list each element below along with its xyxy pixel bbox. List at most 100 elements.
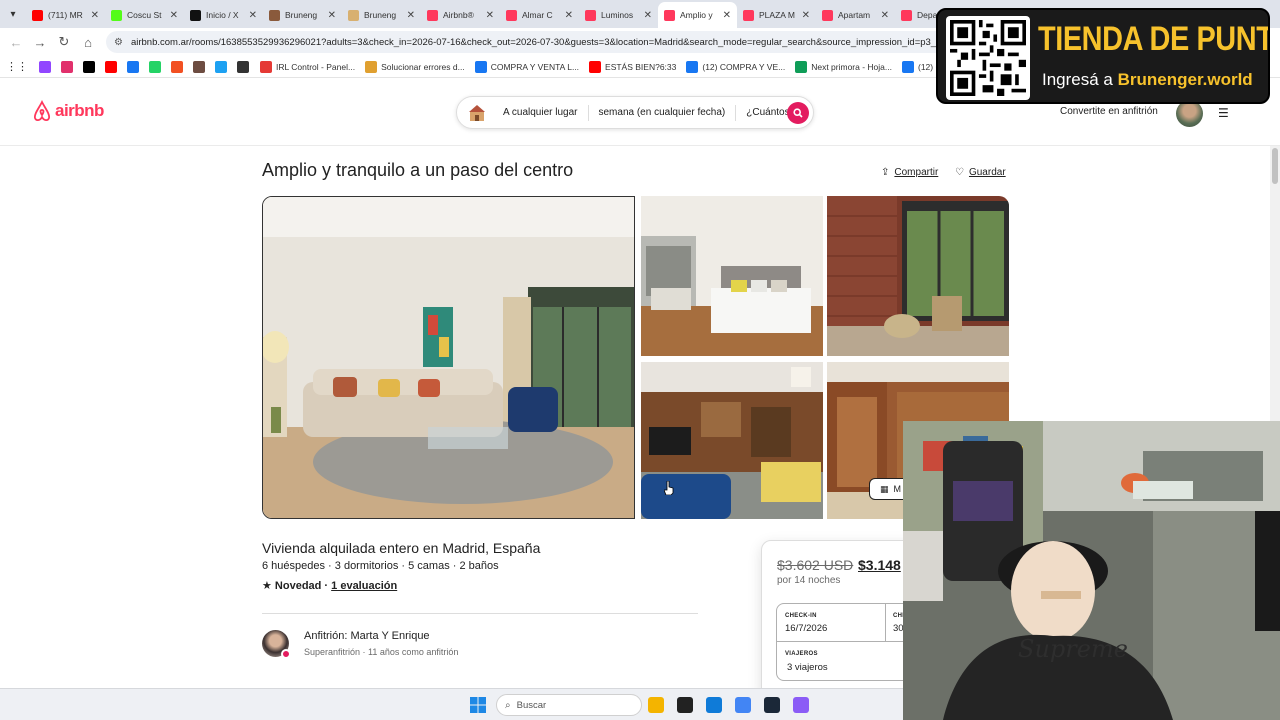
browser-tab[interactable]: Airbnb® ✕ xyxy=(421,2,500,28)
bookmark-icon[interactable] xyxy=(149,60,161,73)
tab-label: Apartam xyxy=(838,10,871,20)
browser-tab[interactable]: PLAZA M ✕ xyxy=(737,2,816,28)
browser-tab[interactable]: Amplio y ✕ xyxy=(658,2,737,28)
bookmark-label: Solucionar errores d... xyxy=(381,61,465,72)
bookmark-item[interactable]: (12) COMPRA Y VE... xyxy=(686,60,786,73)
taskbar-app-icon[interactable] xyxy=(793,697,809,713)
qr-code xyxy=(946,16,1030,100)
bookmark-item[interactable]: Solucionar errores d... xyxy=(365,60,465,73)
browser-tab[interactable]: Luminos ✕ xyxy=(579,2,658,28)
bedroom-image xyxy=(641,196,823,356)
search-button[interactable] xyxy=(787,102,809,124)
bookmark-label: IRL Control - Panel... xyxy=(276,61,356,72)
bookmark-icon[interactable] xyxy=(39,60,51,73)
taskbar-search-placeholder: Buscar xyxy=(516,699,547,711)
tab-label: Amplio y xyxy=(680,10,713,20)
tab-close-icon[interactable]: ✕ xyxy=(407,10,415,21)
discounted-price[interactable]: $3.148 xyxy=(858,557,901,573)
rating-prefix: ★ Novedad · xyxy=(262,580,332,592)
scrollbar-thumb[interactable] xyxy=(1272,148,1278,184)
bookmark-label: ESTÁS BIEN?6:33 xyxy=(605,61,677,72)
checkin-field[interactable]: CHECK-IN 16/7/2026 xyxy=(777,604,885,642)
reload-icon[interactable]: ↻ xyxy=(52,30,76,54)
bookmark-icon[interactable] xyxy=(193,60,205,73)
photo-bedroom[interactable] xyxy=(641,196,823,356)
browser-tab[interactable]: Bruneng ✕ xyxy=(263,2,342,28)
become-host-link[interactable]: Convertite en anfitrión xyxy=(1060,106,1158,117)
tab-close-icon[interactable]: ✕ xyxy=(881,10,889,21)
tab-close-icon[interactable]: ✕ xyxy=(486,10,494,21)
bookmark-icon[interactable] xyxy=(127,60,139,73)
tab-close-icon[interactable]: ✕ xyxy=(328,10,336,21)
reviews-link[interactable]: 1 evaluación xyxy=(331,580,397,592)
taskbar-app-icon[interactable] xyxy=(648,697,664,713)
bookmark-favicon-icon xyxy=(260,60,272,73)
bookmark-icon[interactable] xyxy=(83,60,95,73)
travelers-label: VIAJEROS xyxy=(785,651,818,657)
windows-start-icon[interactable] xyxy=(470,697,486,713)
bookmark-item[interactable]: Next primora - Hoja... xyxy=(795,60,892,73)
bookmark-icon[interactable] xyxy=(171,60,183,73)
tab-close-icon[interactable]: ✕ xyxy=(565,10,573,21)
airbnb-logo[interactable]: airbnb xyxy=(32,100,104,122)
hamburger-menu-icon[interactable]: ☰ xyxy=(1218,106,1230,120)
bookmark-item[interactable]: COMPRA Y VENTA L... xyxy=(474,60,579,73)
taskbar-app-icon[interactable] xyxy=(735,697,751,713)
svg-text:Supreme: Supreme xyxy=(1018,635,1128,663)
main-photo-living-room[interactable] xyxy=(262,196,635,519)
bookmark-icon-group xyxy=(34,60,254,73)
tab-list: (711) MR ✕ Coscu St ✕ Inicio / X ✕ Bruneng ✕ Bru… xyxy=(26,0,974,28)
bookmark-label: Next primora - Hoja... xyxy=(811,61,892,72)
tab-close-icon[interactable]: ✕ xyxy=(802,10,810,21)
taskbar-app-icon[interactable] xyxy=(677,697,693,713)
sunroom-image xyxy=(827,196,1009,356)
browser-tab[interactable]: Apartam ✕ xyxy=(816,2,895,28)
tab-close-icon[interactable]: ✕ xyxy=(249,10,257,21)
apps-grid-icon[interactable]: ⋮⋮ xyxy=(6,60,28,73)
browser-tab[interactable]: Almar C ✕ xyxy=(500,2,579,28)
search-bar[interactable]: A cualquier lugar semana (en cualquier f… xyxy=(456,96,814,129)
photo-tv-room[interactable] xyxy=(641,362,823,519)
bookmark-favicon-icon xyxy=(901,60,914,73)
bookmark-icon[interactable] xyxy=(215,60,227,73)
taskbar-app-icon[interactable] xyxy=(764,697,780,713)
photo-gallery: ▦ M xyxy=(262,196,1009,519)
user-avatar[interactable] xyxy=(1176,100,1203,127)
tab-close-icon[interactable]: ✕ xyxy=(644,10,652,21)
checkin-label: CHECK-IN xyxy=(785,613,817,619)
tab-search-chevron-icon[interactable]: ▾ xyxy=(0,0,26,28)
home-icon[interactable]: ⌂ xyxy=(76,30,100,54)
browser-tab[interactable]: (711) MR ✕ xyxy=(26,2,105,28)
taskbar-app-icon[interactable] xyxy=(706,697,722,713)
hand-cursor-icon xyxy=(664,481,674,495)
save-button[interactable]: ♡ Guardar xyxy=(955,167,1006,178)
share-button[interactable]: ⇪ Compartir xyxy=(881,167,938,178)
browser-tab[interactable]: Coscu St ✕ xyxy=(105,2,184,28)
search-when[interactable]: semana (en cualquier fecha) xyxy=(589,107,736,118)
bookmark-icon[interactable] xyxy=(237,60,249,73)
browser-tab[interactable]: Inicio / X ✕ xyxy=(184,2,263,28)
bookmark-item[interactable]: ESTÁS BIEN?6:33 xyxy=(589,60,677,73)
tab-favicon-icon xyxy=(822,9,833,21)
taskbar-search[interactable]: ⌕ Buscar xyxy=(496,694,642,716)
site-info-icon[interactable]: ⚙ xyxy=(114,37,123,48)
bookmark-label: (12) COMPRA Y VE... xyxy=(702,61,786,72)
search-where[interactable]: A cualquier lugar xyxy=(493,107,588,118)
back-arrow-icon[interactable]: ← xyxy=(4,30,28,54)
photo-sunroom[interactable] xyxy=(827,196,1009,356)
page-scrollbar[interactable] xyxy=(1270,146,1280,421)
stream-overlay-banner: TIENDA DE PUNTOS Ingresá a Brunenger.wor… xyxy=(936,8,1270,104)
checkin-value: 16/7/2026 xyxy=(785,623,828,634)
bookmark-item[interactable]: IRL Control - Panel... xyxy=(260,60,356,73)
tab-close-icon[interactable]: ✕ xyxy=(170,10,178,21)
bookmark-favicon-icon xyxy=(686,60,699,73)
tab-close-icon[interactable]: ✕ xyxy=(723,10,731,21)
checkout-value: 30 xyxy=(893,623,904,634)
bookmark-icon[interactable] xyxy=(61,60,73,73)
tab-label: Bruneng xyxy=(364,10,397,20)
host-avatar[interactable] xyxy=(262,630,291,659)
tab-close-icon[interactable]: ✕ xyxy=(91,10,99,21)
browser-tab[interactable]: Bruneng ✕ xyxy=(342,2,421,28)
bookmark-icon[interactable] xyxy=(105,60,117,73)
forward-arrow-icon[interactable]: → xyxy=(28,30,52,54)
